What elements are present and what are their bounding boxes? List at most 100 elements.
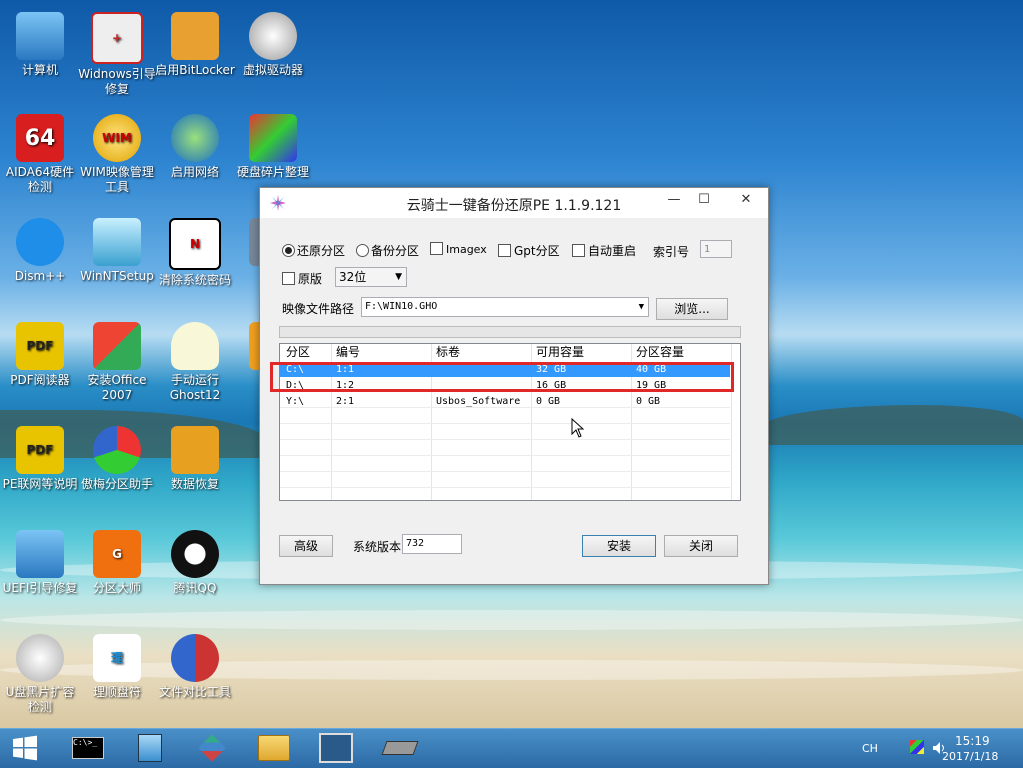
bits-select[interactable]: 32位 ▼ [335,267,407,287]
close-button[interactable]: 关闭 [664,535,738,557]
cell-number: 2:1 [336,396,355,407]
start-button[interactable] [5,733,45,763]
ime-indicator[interactable]: CH [862,742,878,755]
monitor-icon [319,733,353,763]
cube-icon [198,734,226,762]
cell-free: 0 GB [536,396,561,407]
desktop-icon[interactable]: + Widnows引导修复 [77,12,157,97]
desktop-icon-label: U盘黑片扩容检测 [5,685,75,714]
image-path-combobox[interactable]: F:\WIN10.GHO ▼ [361,297,649,317]
desktop-icon[interactable]: 手动运行Ghost12 [155,322,235,403]
desktop-icon[interactable]: 64 AIDA64硬件检测 [0,114,80,195]
desktop-icon[interactable]: WinNTSetup [77,218,157,284]
install-button[interactable]: 安装 [582,535,656,557]
taskbar-app-5[interactable] [316,733,356,763]
desktop-icon[interactable]: N 清除系统密码 [155,218,235,288]
pdf-icon: PDF [16,322,64,370]
desktop-icon-label: 傲梅分区助手 [80,477,153,491]
desktop-icon[interactable]: 硬盘碎片整理 [233,114,313,180]
diskgenius-icon: G [93,530,141,578]
sys-version-field[interactable]: 732 [402,534,462,554]
desktop-icon[interactable]: Dism++ [0,218,80,284]
display-icon[interactable] [910,740,924,754]
window-content: 还原分区 备份分区 Imagex Gpt分区 自动重启 索引号 1 原版 32位… [260,218,768,584]
desktop-icon[interactable]: G 分区大师 [77,530,157,596]
partition-assistant-icon [93,426,141,474]
taskbar-app-2[interactable] [130,733,170,763]
gpt-checkbox[interactable]: Gpt分区 [498,242,560,259]
password-icon: N [169,218,221,270]
desktop-icon[interactable]: 虚拟驱动器 [233,12,313,78]
imagex-checkbox[interactable]: Imagex [430,242,487,256]
chevron-down-icon: ▼ [638,302,644,312]
minimize-button[interactable]: — [658,188,690,212]
taskbar-app-3[interactable] [192,733,232,763]
taskbar: C:\>_ CH 15:19 2017/1/18 [0,728,1023,768]
desktop-icon[interactable]: 理理顺盘符 [77,634,157,700]
desktop-icon-label: AIDA64硬件检测 [5,165,75,194]
table-row[interactable]: Y:\ 2:1 Usbos_Software 0 GB 0 GB [280,394,730,409]
row-divider [280,439,730,440]
original-label: 原版 [298,272,323,286]
original-checkbox[interactable]: 原版 [282,270,322,287]
desktop-icon-label: 手动运行Ghost12 [169,373,221,402]
qq-icon [171,530,219,578]
data-recovery-icon [171,426,219,474]
highlight-annotation-box [270,362,734,392]
desktop-icon[interactable]: PDF PE联网等说明 [0,426,80,492]
office-icon [93,322,141,370]
desktop-icon[interactable]: 腾讯QQ [155,530,235,596]
taskbar-file-explorer[interactable] [254,733,294,763]
restore-label: 还原分区 [297,244,346,258]
desktop-icon[interactable]: 启用网络 [155,114,235,180]
gears-icon [16,218,64,266]
memory-chip-icon [381,741,419,755]
col-header-label: 标卷 [436,345,461,359]
restore-partition-radio[interactable]: 还原分区 [282,242,345,259]
desktop-icon-label: 清除系统密码 [158,273,231,287]
cell-label: Usbos_Software [436,396,521,407]
desktop-icon[interactable]: 启用BitLocker [155,12,235,78]
auto-restart-label: 自动重启 [588,244,637,258]
desktop-icon[interactable]: UEFI引导修复 [0,530,80,596]
title-bar[interactable]: 云骑士一键备份还原PE 1.1.9.121 — ☐ ✕ [260,188,768,218]
progress-bar [279,326,741,338]
checkbox-icon [430,242,443,255]
desktop-icon[interactable]: WIM WIM映像管理工具 [77,114,157,195]
advanced-button[interactable]: 高级 [279,535,333,557]
globe-icon [171,114,219,162]
maximize-button[interactable]: ☐ [688,188,720,212]
windows-logo-icon [13,735,37,761]
desktop-icon[interactable]: 文件对比工具 [155,634,235,700]
taskbar-app-6[interactable] [380,733,420,763]
desktop-icon[interactable]: 傲梅分区助手 [77,426,157,492]
browse-button[interactable]: 浏览... [656,298,728,320]
desktop-icon-label: 数据恢复 [170,477,219,491]
auto-restart-checkbox[interactable]: 自动重启 [572,242,636,259]
clock-time[interactable]: 15:19 [955,734,990,748]
backup-partition-radio[interactable]: 备份分区 [356,242,419,259]
taskbar-cmd[interactable]: C:\>_ [68,733,108,763]
checkbox-icon [498,244,511,257]
pdf-icon: PDF [16,426,64,474]
sys-version-label: 系统版本 [353,540,402,554]
desktop-icon[interactable]: PDF PDF阅读器 [0,322,80,388]
mouse-cursor-icon [571,418,585,438]
desktop-icon-label: 分区大师 [92,581,141,595]
cell-partition: Y:\ [286,396,305,407]
desktop-icon[interactable]: 安装Office 2007 [77,322,157,403]
clock-date[interactable]: 2017/1/18 [942,750,998,763]
computer-icon [16,12,64,60]
index-field[interactable]: 1 [700,240,732,258]
wim-icon: WIM [93,114,141,162]
desktop-icon-label: 虚拟驱动器 [242,63,303,77]
radio-icon [356,244,369,257]
desktop-icon[interactable]: 数据恢复 [155,426,235,492]
close-window-button[interactable]: ✕ [730,188,762,212]
desktop-icon[interactable]: 计算机 [0,12,80,78]
desktop-icon-label: Dism++ [14,269,66,283]
ghost-icon [171,322,219,370]
desktop-icon-label: 文件对比工具 [158,685,231,699]
desktop-icon-label: 安装Office 2007 [87,373,147,402]
desktop-icon[interactable]: U盘黑片扩容检测 [0,634,80,715]
